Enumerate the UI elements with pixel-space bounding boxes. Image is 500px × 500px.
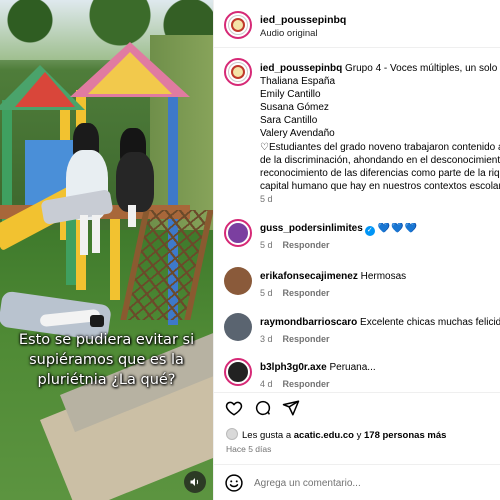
comment-username[interactable]: erikafonsecajimenez [260, 271, 358, 282]
comment-meta: 5 d Responder [260, 288, 330, 298]
caption-timestamp: 5 d [260, 194, 273, 204]
comment-avatar[interactable] [224, 267, 252, 295]
author-avatar[interactable] [224, 11, 252, 39]
caption-line: capital humano que hay en nuestros conte… [260, 180, 500, 192]
comment-username[interactable]: guss_podersinlimites [260, 223, 363, 234]
audio-link[interactable]: Audio original [260, 28, 318, 39]
post-header: ied_poussepinbq Audio original [214, 0, 500, 48]
playground-post [110, 205, 120, 300]
comment-item: erikafonsecajimenez Hermosas 5 d Responde… [224, 267, 500, 303]
caption-line: Susana Gómez [260, 102, 329, 114]
comment-body: erikafonsecajimenez Hermosas [260, 271, 500, 282]
caption-avatar[interactable] [224, 58, 252, 86]
student-figure [80, 215, 88, 255]
comment-composer [214, 464, 500, 500]
caption-username[interactable]: ied_poussepinbq [260, 63, 342, 74]
post-panel: ied_poussepinbq Audio original ied_pouss… [213, 0, 500, 500]
comment-text: Peruana... [329, 362, 376, 373]
reply-button[interactable]: Responder [283, 240, 330, 250]
student-figure [116, 152, 154, 212]
video-player[interactable]: Esto se pudiera evitar si supiéramos que… [0, 0, 213, 500]
post-actions [214, 392, 500, 422]
emoji-icon [225, 474, 243, 492]
comment-time: 3 d [260, 334, 273, 344]
caption-line: Emily Cantillo [260, 89, 321, 101]
likes-middle: y [356, 430, 362, 441]
reply-button[interactable]: Responder [283, 288, 330, 298]
heart-icon [225, 401, 243, 416]
liker-username[interactable]: acatic.edu.co [294, 430, 354, 441]
comment-body: raymondbarrioscaro Excelente chicas much… [260, 317, 500, 328]
comment-avatar[interactable] [224, 219, 252, 247]
comment-text: Hermosas [360, 271, 407, 282]
mute-button[interactable] [184, 471, 206, 493]
student-figure [92, 215, 100, 253]
video-caption-line: pluriétnia ¿La qué? [37, 372, 176, 388]
likes-summary: Les gusta a acatic.edu.co y 178 personas… [226, 428, 446, 441]
caption-head: ied_poussepinbq Grupo 4 - Voces múltiple… [260, 62, 500, 75]
video-caption: Esto se pudiera evitar si supiéramos que… [0, 330, 213, 390]
school-seal-icon [231, 18, 245, 32]
likes-count[interactable]: 178 personas más [364, 430, 446, 441]
comment-username[interactable]: raymondbarrioscaro [260, 317, 357, 328]
share-button[interactable] [280, 397, 302, 419]
comment-meta: 3 d Responder [260, 334, 330, 344]
comment-input[interactable] [254, 473, 494, 493]
likes-prefix: Les gusta a [242, 430, 292, 441]
like-button[interactable] [223, 397, 245, 419]
speaker-icon [190, 478, 199, 486]
comment-text: 💙💙💙 [377, 223, 418, 234]
comment-item: raymondbarrioscaro Excelente chicas much… [224, 313, 500, 349]
reply-button[interactable]: Responder [283, 379, 330, 389]
liker-avatar [226, 428, 238, 440]
comment-item: guss_podersinlimites ✓ 💙💙💙 5 d Responder [224, 219, 500, 255]
caption-text: ied_poussepinbq Grupo 4 - Voces múltiple… [260, 62, 500, 193]
caption-line: ♡Estudiantes del grado noveno trabajaron… [260, 141, 500, 153]
comment-avatar[interactable] [224, 358, 252, 386]
comment-meta: 4 d Responder [260, 379, 330, 389]
video-caption-line: Esto se pudiera evitar si [18, 332, 195, 348]
verified-badge-icon: ✓ [364, 226, 375, 236]
comment-button[interactable] [252, 397, 274, 419]
playground-roof [88, 52, 172, 94]
playground-post [66, 210, 76, 285]
caption-line: Sara Cantillo [260, 115, 318, 127]
caption-line: reconocimiento de las diferencias como p… [260, 167, 500, 179]
caption-title: Grupo 4 - Voces múltiples, un solo terri… [345, 63, 500, 74]
caption-line: Valery Avendaño [260, 128, 335, 140]
comment-time: 5 d [260, 288, 273, 298]
comment-text: Excelente chicas muchas felicidades [360, 317, 500, 328]
comment-avatar[interactable] [224, 313, 252, 341]
student-figure [90, 315, 104, 327]
comment-meta: 5 d Responder [260, 240, 330, 250]
comment-icon [255, 400, 271, 416]
comment-body: guss_podersinlimites ✓ 💙💙💙 [260, 223, 500, 236]
emoji-button[interactable] [224, 473, 244, 493]
school-seal-icon [231, 65, 245, 79]
comment-body: b3lph3g0r.axe Peruana... [260, 362, 500, 373]
reply-button[interactable]: Responder [283, 334, 330, 344]
send-icon [282, 400, 300, 416]
student-figure [128, 205, 136, 227]
caption-line: de la discriminación, ahondando en el de… [260, 154, 500, 166]
comment-item: b3lph3g0r.axe Peruana... 4 d Responder [224, 358, 500, 394]
comment-username[interactable]: b3lph3g0r.axe [260, 362, 327, 373]
playground-roof [15, 72, 75, 107]
author-username[interactable]: ied_poussepinbq [260, 14, 346, 26]
caption-line: Thaliana España [260, 76, 336, 88]
video-caption-line: supiéramos que es la [29, 352, 184, 368]
post-date: Hace 5 días [226, 444, 272, 454]
comment-time: 5 d [260, 240, 273, 250]
comment-time: 4 d [260, 379, 273, 389]
